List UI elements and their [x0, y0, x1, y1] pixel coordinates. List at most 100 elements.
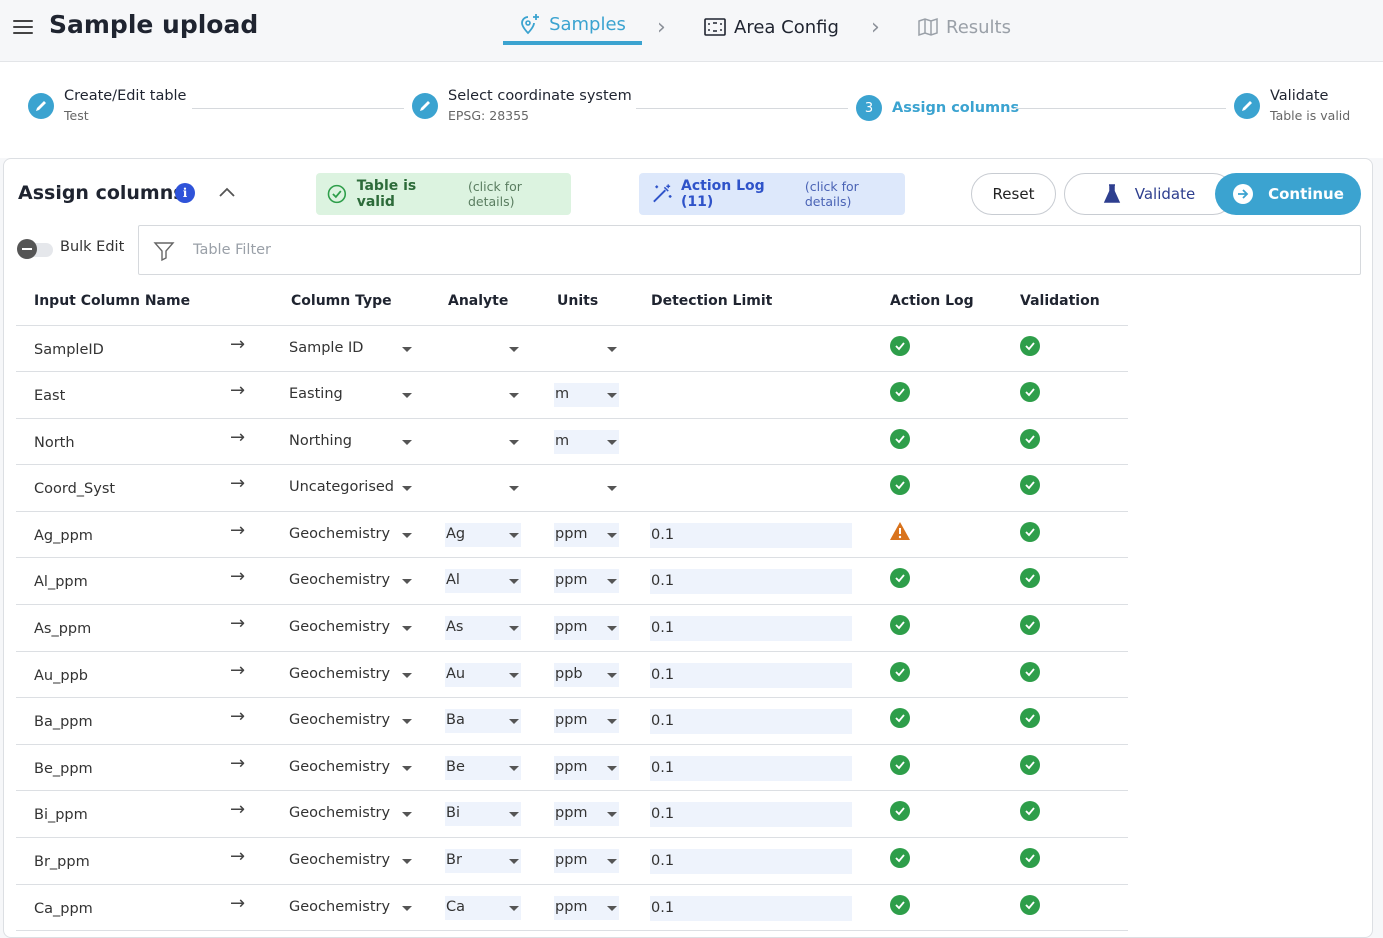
detection-limit-input[interactable]: 0.1 [650, 616, 852, 642]
analyte-select[interactable]: Bi [445, 802, 521, 827]
bulk-edit-toggle[interactable] [17, 239, 55, 259]
action-log-check-icon[interactable] [890, 801, 910, 822]
units-select[interactable]: ppm [554, 802, 619, 827]
table-row: Al_ppm → Geochemistry Al ppm 0.1 [16, 557, 1128, 606]
validation-check-icon[interactable] [1020, 521, 1040, 542]
detection-limit-input[interactable]: 0.1 [650, 755, 852, 781]
column-type-select[interactable]: Geochemistry [289, 756, 414, 780]
info-icon[interactable]: i [175, 183, 195, 203]
analyte-select[interactable]: Al [445, 569, 521, 594]
action-log-check-icon[interactable] [890, 894, 910, 915]
column-type-select[interactable]: Geochemistry [289, 523, 414, 547]
column-type-select[interactable]: Geochemistry [289, 849, 414, 873]
column-type-select[interactable]: Sample ID [289, 337, 414, 361]
validation-check-icon[interactable] [1020, 382, 1040, 403]
units-select[interactable] [554, 337, 619, 361]
validation-check-icon[interactable] [1020, 568, 1040, 589]
chevron-up-icon[interactable] [218, 185, 236, 199]
analyte-select[interactable]: Au [445, 662, 521, 687]
detection-limit-input[interactable]: 0.1 [650, 522, 852, 548]
column-type-select[interactable]: Geochemistry [289, 709, 414, 733]
analyte-select[interactable] [445, 383, 521, 407]
validation-check-icon[interactable] [1020, 475, 1040, 496]
units-select[interactable]: ppm [554, 522, 619, 547]
column-type-select[interactable]: Geochemistry [289, 896, 414, 920]
units-select[interactable]: ppm [554, 755, 619, 780]
validation-check-icon[interactable] [1020, 335, 1040, 356]
step-assign-columns[interactable]: 3 Assign columns [856, 95, 1019, 121]
column-type-select[interactable]: Easting [289, 383, 414, 407]
units-select[interactable]: ppb [554, 662, 619, 687]
action-log-check-icon[interactable] [890, 754, 910, 775]
tab-samples[interactable]: Samples [503, 7, 642, 45]
action-log-check-icon[interactable] [890, 475, 910, 496]
units-select[interactable]: m [554, 429, 619, 454]
column-type-select[interactable]: Uncategorised [289, 476, 414, 500]
input-column-name: East [34, 388, 66, 405]
hamburger-menu-icon[interactable] [13, 19, 33, 35]
analyte-select[interactable]: Ag [445, 522, 521, 547]
column-type-select[interactable]: Northing [289, 430, 414, 454]
detection-limit-input[interactable]: 0.1 [650, 802, 852, 828]
action-log-check-icon[interactable] [890, 615, 910, 636]
action-log-check-icon[interactable] [890, 661, 910, 682]
input-column-name: Bi_ppm [34, 807, 88, 824]
detection-limit-input[interactable]: 0.1 [650, 849, 852, 875]
column-type-select[interactable]: Geochemistry [289, 616, 414, 640]
units-select[interactable]: ppm [554, 849, 619, 874]
detection-limit-input[interactable]: 0.1 [650, 895, 852, 921]
chevron-down-icon [509, 672, 519, 678]
tab-results[interactable]: Results [918, 8, 1011, 46]
step-validate[interactable]: Validate Table is valid [1234, 88, 1350, 123]
reset-button[interactable]: Reset [971, 173, 1056, 215]
column-type-select[interactable]: Geochemistry [289, 802, 414, 826]
column-type-select[interactable]: Geochemistry [289, 663, 414, 687]
validation-check-icon[interactable] [1020, 894, 1040, 915]
detection-limit-input[interactable]: 0.1 [650, 662, 852, 688]
units-select[interactable]: m [554, 383, 619, 408]
table-filter-input[interactable] [193, 236, 693, 264]
chevron-down-icon [509, 532, 519, 538]
action-log-warning-icon[interactable] [889, 521, 911, 541]
units-select[interactable] [554, 476, 619, 500]
action-log-status[interactable]: Action Log (11) (click for details) [639, 173, 905, 215]
validation-check-icon[interactable] [1020, 801, 1040, 822]
units-select[interactable]: ppm [554, 569, 619, 594]
action-log-check-icon[interactable] [890, 568, 910, 589]
step-coordinate-system[interactable]: Select coordinate system EPSG: 28355 [412, 88, 632, 123]
action-log-check-icon[interactable] [890, 335, 910, 356]
action-log-check-icon[interactable] [890, 382, 910, 403]
validation-check-icon[interactable] [1020, 848, 1040, 869]
validation-check-icon[interactable] [1020, 708, 1040, 729]
chevron-down-icon [402, 579, 412, 585]
validation-check-icon[interactable] [1020, 661, 1040, 682]
chevron-down-icon [509, 719, 519, 725]
analyte-select[interactable] [445, 476, 521, 500]
validation-check-icon[interactable] [1020, 428, 1040, 449]
action-log-check-icon[interactable] [890, 708, 910, 729]
tab-area-config[interactable]: Area Config [704, 8, 839, 46]
map-icon [918, 17, 938, 37]
action-log-check-icon[interactable] [890, 848, 910, 869]
detection-limit-input[interactable]: 0.1 [650, 709, 852, 735]
step-create-edit-table[interactable]: Create/Edit table Test [28, 88, 186, 123]
units-select[interactable]: ppm [554, 709, 619, 734]
units-select[interactable]: ppm [554, 616, 619, 641]
validation-check-icon[interactable] [1020, 615, 1040, 636]
action-log-check-icon[interactable] [890, 428, 910, 449]
column-type-select[interactable]: Geochemistry [289, 569, 414, 593]
analyte-select[interactable] [445, 430, 521, 454]
analyte-select[interactable]: As [445, 616, 521, 641]
continue-button[interactable]: Continue [1215, 173, 1361, 215]
validate-button[interactable]: Validate [1064, 173, 1234, 215]
table-valid-status[interactable]: Table is valid (click for details) [316, 173, 571, 215]
validation-check-icon[interactable] [1020, 754, 1040, 775]
units-select[interactable]: ppm [554, 895, 619, 920]
analyte-select[interactable]: Br [445, 849, 521, 874]
detection-limit-input[interactable]: 0.1 [650, 569, 852, 595]
analyte-select[interactable] [445, 337, 521, 361]
analyte-select[interactable]: Ca [445, 895, 521, 920]
analyte-select[interactable]: Ba [445, 709, 521, 734]
chevron-down-icon [509, 346, 519, 352]
analyte-select[interactable]: Be [445, 755, 521, 780]
